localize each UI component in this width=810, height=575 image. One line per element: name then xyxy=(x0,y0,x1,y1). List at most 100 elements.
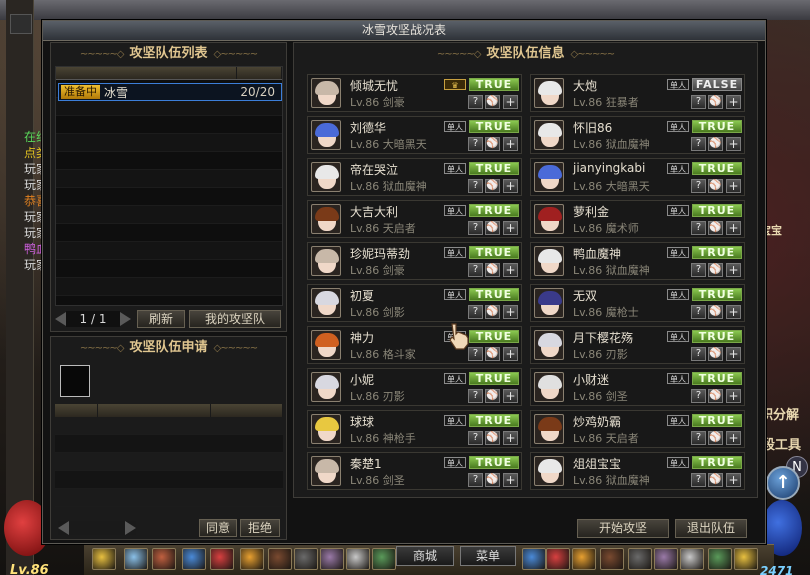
question-icon[interactable]: ? xyxy=(691,221,706,235)
plus-icon[interactable]: + xyxy=(726,389,741,403)
key-icon[interactable]: ⚾ xyxy=(485,221,500,235)
member-card[interactable]: 初夏 Lv.86 剑影 单人 TRUE? ⚾ + xyxy=(307,284,522,322)
member-card[interactable]: 球球 Lv.86 神枪手 单人 TRUE? ⚾ + xyxy=(307,410,522,448)
member-card[interactable]: 炒鸡奶霸 Lv.86 天启者 单人 TRUE? ⚾ + xyxy=(530,410,745,448)
member-card[interactable]: 倾城无忧 Lv.86 剑豪 ♛ TRUE? ⚾ + xyxy=(307,74,522,112)
key-icon[interactable]: ⚾ xyxy=(485,389,500,403)
member-card[interactable]: 刘德华 Lv.86 大暗黑天 单人 TRUE? ⚾ + xyxy=(307,116,522,154)
hotbar-slot[interactable] xyxy=(92,548,116,570)
question-icon[interactable]: ? xyxy=(468,221,483,235)
refuse-button[interactable]: 拒绝 xyxy=(240,519,280,537)
start-siege-button[interactable]: 开始攻坚 xyxy=(577,519,669,538)
dialog-title[interactable]: 冰雪攻坚战况表 xyxy=(43,21,765,41)
hotbar-slot[interactable] xyxy=(654,548,678,570)
member-card[interactable]: 无双 Lv.86 魔枪士 单人 TRUE? ⚾ + xyxy=(530,284,745,322)
question-icon[interactable]: ? xyxy=(468,389,483,403)
question-icon[interactable]: ? xyxy=(468,305,483,319)
hotbar-slot[interactable] xyxy=(572,548,596,570)
key-icon[interactable]: ⚾ xyxy=(708,473,723,487)
member-card[interactable]: 月下樱花殇 Lv.86 刃影 单人 TRUE? ⚾ + xyxy=(530,326,745,364)
team-row[interactable]: 准备中 冰雪 20/20 xyxy=(58,83,282,101)
key-icon[interactable]: ⚾ xyxy=(485,179,500,193)
question-icon[interactable]: ? xyxy=(691,179,706,193)
question-icon[interactable]: ? xyxy=(691,431,706,445)
member-card[interactable]: 鸭血魔神 Lv.86 狱血魔神 单人 TRUE? ⚾ + xyxy=(530,242,745,280)
hotbar-slot[interactable] xyxy=(708,548,732,570)
key-icon[interactable]: ⚾ xyxy=(708,137,723,151)
hotbar-slot[interactable] xyxy=(294,548,318,570)
hotbar-slot[interactable] xyxy=(600,548,624,570)
hotbar-slot[interactable] xyxy=(320,548,344,570)
hotbar-slot[interactable] xyxy=(152,548,176,570)
key-icon[interactable]: ⚾ xyxy=(708,431,723,445)
hotbar-slot[interactable] xyxy=(522,548,546,570)
member-card[interactable]: 小财迷 Lv.86 剑圣 单人 TRUE? ⚾ + xyxy=(530,368,745,406)
hotbar-slot[interactable] xyxy=(372,548,396,570)
question-icon[interactable]: ? xyxy=(691,473,706,487)
plus-icon[interactable]: + xyxy=(503,431,518,445)
member-card[interactable]: 大吉大利 Lv.86 天启者 单人 TRUE? ⚾ + xyxy=(307,200,522,238)
hotbar-slot[interactable] xyxy=(346,548,370,570)
question-icon[interactable]: ? xyxy=(468,95,483,109)
question-icon[interactable]: ? xyxy=(691,389,706,403)
prev-page-arrow-icon[interactable] xyxy=(55,312,66,326)
hotbar-slot[interactable] xyxy=(628,548,652,570)
question-icon[interactable]: ? xyxy=(691,137,706,151)
question-icon[interactable]: ? xyxy=(691,263,706,277)
question-icon[interactable]: ? xyxy=(468,137,483,151)
plus-icon[interactable]: + xyxy=(726,95,741,109)
member-card[interactable]: 神力Lv.86 格斗家单人TRUE?⚾+ xyxy=(307,326,522,364)
hotbar-slot[interactable] xyxy=(546,548,570,570)
plus-icon[interactable]: + xyxy=(503,347,518,361)
plus-icon[interactable]: + xyxy=(503,137,518,151)
member-card[interactable]: 秦楚1 Lv.86 剑圣 单人 TRUE? ⚾ + xyxy=(307,452,522,490)
key-icon[interactable]: ⚾ xyxy=(708,263,723,277)
my-team-button[interactable]: 我的攻坚队 xyxy=(189,310,281,328)
hotbar-slot[interactable] xyxy=(210,548,234,570)
key-icon[interactable]: ⚾ xyxy=(485,431,500,445)
member-card[interactable]: 帝在哭泣 Lv.86 狱血魔神 单人 TRUE? ⚾ + xyxy=(307,158,522,196)
plus-icon[interactable]: + xyxy=(726,473,741,487)
member-card[interactable]: jianyingkabi Lv.86 大暗黑天 单人 TRUE? ⚾ + xyxy=(530,158,745,196)
refresh-button[interactable]: 刷新 xyxy=(137,310,185,328)
question-icon[interactable]: ? xyxy=(691,95,706,109)
exit-team-button[interactable]: 退出队伍 xyxy=(675,519,747,538)
hotbar-slot[interactable] xyxy=(734,548,758,570)
question-icon[interactable]: ? xyxy=(468,431,483,445)
plus-icon[interactable]: + xyxy=(726,179,741,193)
hotbar-slot[interactable] xyxy=(182,548,206,570)
key-icon[interactable]: ⚾ xyxy=(708,221,723,235)
agree-button[interactable]: 同意 xyxy=(199,519,237,537)
rail-button[interactable] xyxy=(10,14,32,34)
plus-icon[interactable]: + xyxy=(503,473,518,487)
member-card[interactable]: 俎俎宝宝 Lv.86 狱血魔神 单人 TRUE? ⚾ + xyxy=(530,452,745,490)
member-card[interactable]: 小妮 Lv.86 刃影 单人 TRUE? ⚾ + xyxy=(307,368,522,406)
question-icon[interactable]: ? xyxy=(468,473,483,487)
hotbar-slot[interactable] xyxy=(680,548,704,570)
key-icon[interactable]: ⚾ xyxy=(708,389,723,403)
shop-button[interactable]: 商城 xyxy=(396,546,454,566)
plus-icon[interactable]: + xyxy=(726,137,741,151)
key-icon[interactable]: ⚾ xyxy=(485,305,500,319)
key-icon[interactable]: ⚾ xyxy=(708,95,723,109)
next-page-arrow-icon[interactable] xyxy=(120,312,131,326)
question-icon[interactable]: ? xyxy=(468,263,483,277)
plus-icon[interactable]: + xyxy=(726,431,741,445)
apply-prev-arrow-icon[interactable] xyxy=(58,521,69,535)
member-card[interactable]: 萝利金 Lv.86 魔术师 单人 TRUE? ⚾ + xyxy=(530,200,745,238)
plus-icon[interactable]: + xyxy=(503,389,518,403)
hotbar-slot[interactable] xyxy=(268,548,292,570)
key-icon[interactable]: ⚾ xyxy=(485,263,500,277)
up-arrow-button[interactable]: ↑ xyxy=(766,466,800,500)
hotbar-slot[interactable] xyxy=(240,548,264,570)
plus-icon[interactable]: + xyxy=(726,221,741,235)
hotbar-slot[interactable] xyxy=(124,548,148,570)
question-icon[interactable]: ? xyxy=(691,347,706,361)
member-card[interactable]: 怀旧86 Lv.86 狱血魔神 单人 TRUE? ⚾ + xyxy=(530,116,745,154)
key-icon[interactable]: ⚾ xyxy=(485,473,500,487)
key-icon[interactable]: ⚾ xyxy=(708,347,723,361)
key-icon[interactable]: ⚾ xyxy=(708,305,723,319)
plus-icon[interactable]: + xyxy=(726,263,741,277)
key-icon[interactable]: ⚾ xyxy=(485,137,500,151)
plus-icon[interactable]: + xyxy=(503,305,518,319)
